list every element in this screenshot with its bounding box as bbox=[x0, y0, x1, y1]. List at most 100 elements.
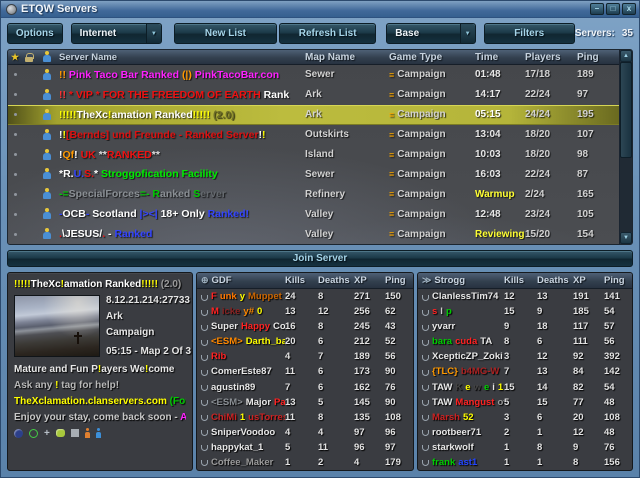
column-kills[interactable]: Kills bbox=[504, 275, 537, 286]
column-deaths[interactable]: Deaths bbox=[537, 275, 573, 286]
servers-count: 35 bbox=[622, 28, 633, 39]
text-segment: ! bbox=[262, 129, 266, 141]
column-deaths[interactable]: Deaths bbox=[318, 275, 354, 286]
map-name: Ark bbox=[305, 109, 389, 120]
deaths-value: 6 bbox=[318, 382, 354, 393]
ping-value: 156 bbox=[604, 457, 632, 468]
server-list-scrollbar[interactable]: ▲ ▼ bbox=[619, 50, 632, 244]
ping-value: 107 bbox=[577, 129, 619, 140]
text-segment: (2.0) bbox=[210, 109, 235, 121]
column-server-name[interactable]: Server Name bbox=[59, 52, 305, 63]
column-time[interactable]: Time bbox=[475, 52, 525, 63]
column-xp[interactable]: XP bbox=[354, 275, 385, 286]
text-segment: R bbox=[152, 188, 160, 200]
column-map-name[interactable]: Map Name bbox=[305, 52, 389, 63]
kills-value: 1 bbox=[285, 457, 318, 468]
text-segment: (|) bbox=[182, 69, 195, 81]
chevron-down-icon[interactable]: ▼ bbox=[146, 24, 161, 43]
text-segment: amation Ranked bbox=[64, 279, 141, 290]
column-xp[interactable]: XP bbox=[573, 275, 604, 286]
player-name: TAWMangustofN bbox=[422, 397, 504, 408]
players-value: 17/18 bbox=[525, 69, 577, 80]
xp-value: 111 bbox=[573, 336, 604, 347]
player-row: slp15918554 bbox=[418, 304, 632, 319]
maximize-button[interactable]: □ bbox=[606, 3, 620, 15]
players-icon-column-header[interactable] bbox=[35, 51, 59, 63]
scroll-down-button[interactable]: ▼ bbox=[620, 232, 632, 244]
time-value: 10:03 bbox=[475, 149, 525, 160]
xp-value: 189 bbox=[354, 351, 385, 362]
text-segment: Darth_ba bbox=[246, 336, 285, 347]
server-name: .\JESUS/. - Ranked bbox=[59, 228, 305, 240]
text-segment: Rank bbox=[264, 89, 290, 101]
filter-preset-dropdown[interactable]: Base ▼ bbox=[386, 23, 475, 44]
plus-icon: + bbox=[44, 429, 50, 438]
players-value: 2/24 bbox=[525, 189, 577, 200]
refresh-list-button[interactable]: Refresh List bbox=[279, 23, 376, 44]
xp-value: 212 bbox=[354, 336, 385, 347]
join-server-button[interactable]: Join Server bbox=[7, 250, 633, 267]
server-row[interactable]: !Qf! UK **RANKED**Island≡Campaign10:0318… bbox=[8, 145, 619, 165]
player-icon bbox=[42, 109, 52, 121]
player-name: Rib bbox=[201, 351, 285, 362]
password-column-header[interactable] bbox=[22, 53, 35, 62]
column-players[interactable]: Players bbox=[525, 52, 577, 63]
scrollbar-track[interactable] bbox=[620, 62, 632, 232]
deaths-value: 6 bbox=[318, 336, 354, 347]
game-type: ≡Campaign bbox=[389, 109, 475, 120]
column-kills[interactable]: Kills bbox=[285, 275, 318, 286]
source-dropdown[interactable]: Internet ▼ bbox=[71, 23, 162, 44]
strogg-header: ≫Strogg Kills Deaths XP Ping bbox=[418, 273, 632, 289]
text-segment: -= bbox=[59, 188, 69, 200]
deaths-value: 15 bbox=[537, 397, 573, 408]
deaths-value: 8 bbox=[537, 442, 573, 453]
server-row[interactable]: !! Pink Taco Bar Ranked (|) PinkTacoBar.… bbox=[8, 65, 619, 85]
player-row: TAWKewei1:15148254 bbox=[418, 379, 632, 394]
favorites-column-header[interactable]: ★ bbox=[8, 52, 22, 63]
xp-value: 8 bbox=[573, 457, 604, 468]
church-cross bbox=[77, 332, 79, 344]
server-row[interactable]: -OCB- Scotland |><| 18+ Only Ranked!Vall… bbox=[8, 204, 619, 224]
game-type-label: Campaign bbox=[397, 129, 445, 140]
minimize-button[interactable]: – bbox=[590, 3, 604, 15]
chevron-down-icon[interactable]: ▼ bbox=[460, 24, 475, 43]
server-row[interactable]: *R.U.S.* Stroggofication FacilitySewer≡C… bbox=[8, 164, 619, 184]
scrollbar-thumb[interactable] bbox=[620, 62, 632, 158]
kills-value: 7 bbox=[285, 382, 318, 393]
gdf-title: GDF bbox=[212, 275, 232, 286]
text-segment: |><| bbox=[140, 208, 161, 220]
players-value: 24/24 bbox=[525, 109, 577, 120]
text-segment: Ranked bbox=[114, 228, 152, 240]
player-icon bbox=[42, 129, 52, 141]
deaths-value: 13 bbox=[537, 291, 573, 302]
ping-value: 108 bbox=[385, 412, 413, 423]
xp-value: 173 bbox=[354, 366, 385, 377]
text-segment: happykat_1 bbox=[211, 442, 263, 453]
text-segment: Pink Taco Bar Ranked bbox=[69, 69, 182, 81]
player-name: agustin89 bbox=[201, 382, 285, 393]
server-row[interactable]: -=SpecialForces=- Ranked ServerRefinery≡… bbox=[8, 184, 619, 204]
close-button[interactable]: x bbox=[622, 3, 636, 15]
server-row[interactable]: .\JESUS/. - RankedValley≡CampaignReviewi… bbox=[8, 224, 619, 244]
text-segment: Stroggofication Facility bbox=[101, 168, 218, 180]
player-icon bbox=[42, 208, 52, 220]
server-row[interactable]: !![Bernds] und Freunde - Ranked Server!!… bbox=[8, 125, 619, 145]
filters-button[interactable]: Filters bbox=[484, 23, 575, 44]
player-row: yvarr91811757 bbox=[418, 319, 632, 334]
text-segment: SniperVoodoo bbox=[211, 427, 275, 438]
voice-mute-icon bbox=[201, 415, 208, 421]
new-list-button[interactable]: New List bbox=[174, 23, 277, 44]
column-game-type[interactable]: Game Type bbox=[389, 52, 475, 63]
column-ping[interactable]: Ping bbox=[385, 275, 413, 286]
text-segment: frank bbox=[432, 457, 455, 468]
blue-player-icon bbox=[96, 428, 101, 438]
options-button[interactable]: Options bbox=[7, 23, 63, 44]
ping-value: 96 bbox=[385, 427, 413, 438]
column-ping[interactable]: Ping bbox=[604, 275, 632, 286]
scroll-up-button[interactable]: ▲ bbox=[620, 50, 632, 62]
server-row[interactable]: !! * VIP * FOR THE FREEDOM OF EARTH Rank… bbox=[8, 85, 619, 105]
ping-value: 141 bbox=[604, 291, 632, 302]
column-ping[interactable]: Ping bbox=[577, 52, 619, 63]
text-segment: !! bbox=[59, 69, 69, 81]
server-row[interactable]: !!!!!TheXc!amation Ranked!!!!! (2.0)Ark≡… bbox=[8, 105, 619, 125]
